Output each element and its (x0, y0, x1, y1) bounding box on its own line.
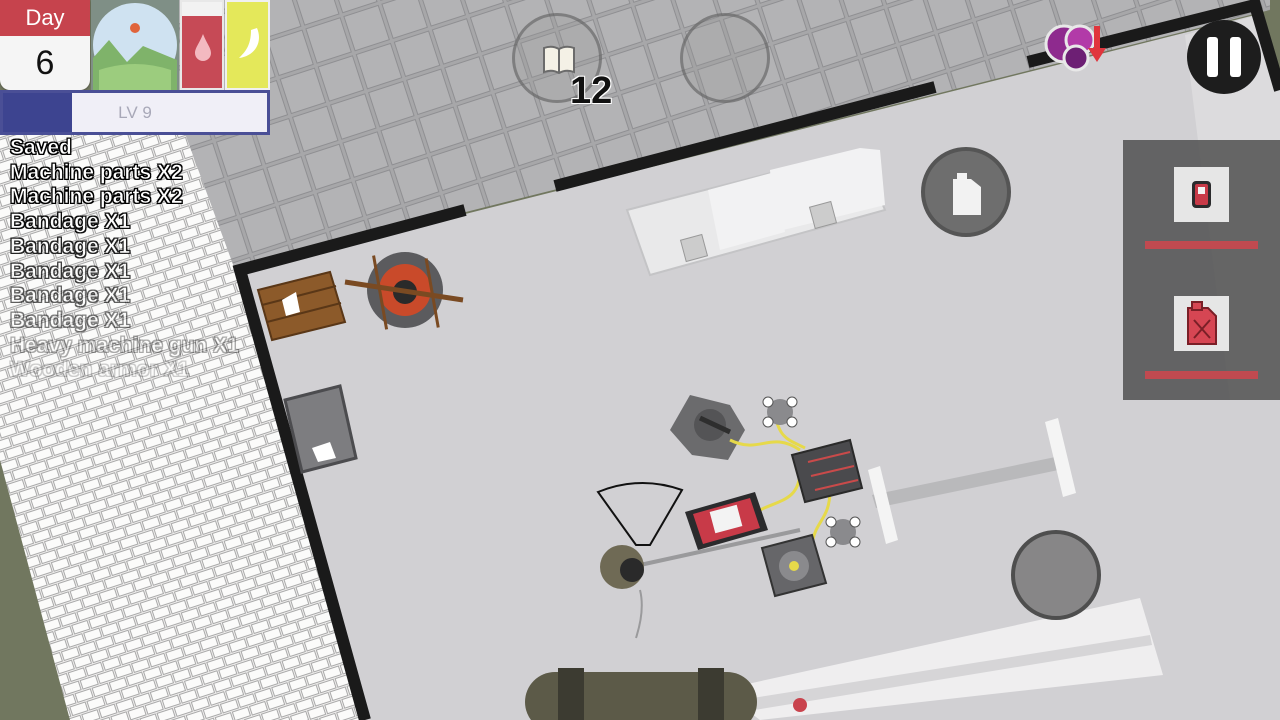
vehicle[interactable] (525, 668, 757, 720)
level-label: LV 9 (118, 103, 152, 122)
drone[interactable] (825, 516, 861, 548)
resource-alert-icon[interactable] (1042, 18, 1110, 76)
day-number: 6 (35, 44, 55, 82)
log-entry: Heavy machine gun X1 (10, 333, 239, 357)
quick-slot-2[interactable] (1174, 296, 1229, 351)
pause-icon (1207, 37, 1218, 77)
journal-count: 12 (570, 70, 613, 112)
day-counter: Day 6 (0, 0, 90, 90)
log-entry: Bandage X1 (10, 308, 131, 333)
log-entry: Bandage X1 (10, 284, 131, 308)
fuel-canister-icon (953, 173, 981, 215)
log-entry: Saved (10, 136, 72, 160)
red-fuel-can-icon (1187, 301, 1217, 345)
banana-icon (239, 28, 259, 58)
blood-mark (793, 698, 807, 712)
log-entry: Bandage X1 (10, 234, 131, 259)
attack-button[interactable] (1011, 530, 1101, 620)
log-entry: Wooden armor X1 (10, 358, 190, 382)
generator-icon (1192, 181, 1211, 208)
empty-action-button[interactable] (680, 13, 770, 103)
sun-over-hills-icon (91, 0, 179, 90)
log-entry: Machine parts X2 (10, 160, 183, 184)
drone[interactable] (762, 396, 798, 428)
log-entry: Bandage X1 (10, 210, 131, 234)
day-label: Day (0, 0, 90, 36)
pickup-log: Saved Machine parts X2 Machine parts X2 … (10, 136, 239, 383)
water-drop-icon (195, 34, 211, 61)
thirst-meter (180, 0, 224, 90)
refuel-button[interactable] (921, 147, 1011, 237)
log-entry: Machine parts X2 (10, 185, 183, 209)
quick-slot-2-durability (1145, 371, 1258, 379)
log-entry: Bandage X1 (10, 259, 131, 283)
quick-slot-1[interactable] (1174, 167, 1229, 222)
quick-slot-1-durability (1145, 241, 1258, 249)
pause-button[interactable] (1187, 20, 1261, 94)
quick-slot-panel (1123, 140, 1280, 400)
hunger-meter (225, 0, 270, 90)
game-viewport[interactable]: Day 6 LV 9 Saved Machine parts X2 Machin… (0, 0, 1280, 720)
experience-bar: LV 9 (0, 90, 270, 135)
